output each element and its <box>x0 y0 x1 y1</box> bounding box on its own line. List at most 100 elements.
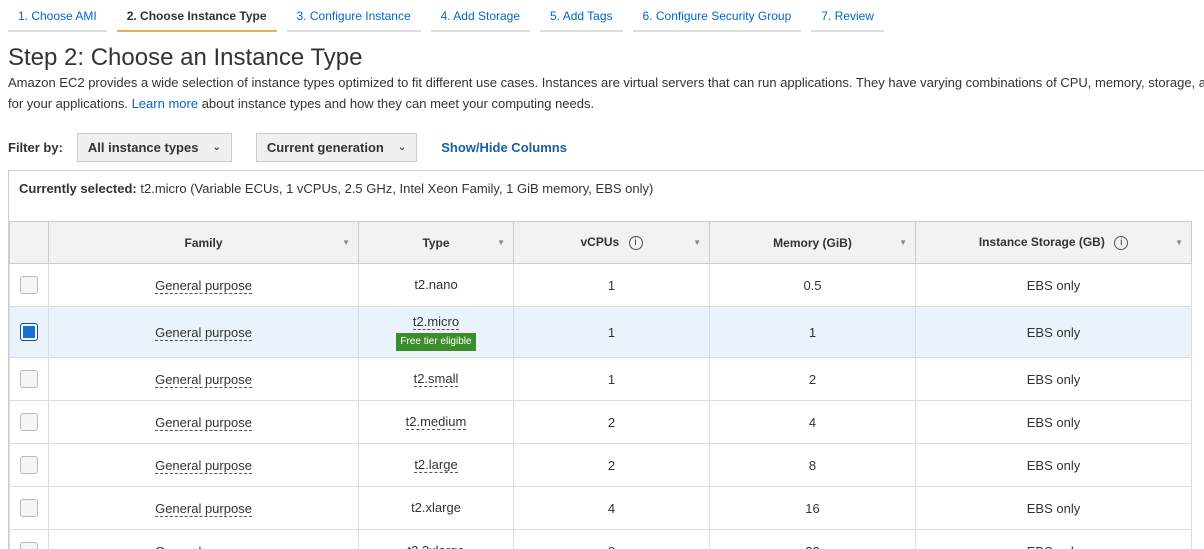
vcpus-cell: 1 <box>513 306 710 358</box>
sort-icon: ▼ <box>497 238 505 247</box>
type-value[interactable]: t2.2xlarge <box>407 543 465 549</box>
vcpus-header-label: vCPUs <box>580 235 620 250</box>
row-select-cell <box>9 400 49 444</box>
row-checkbox[interactable] <box>20 456 38 474</box>
table-row[interactable]: General purpose t2.small 1 2 EBS only <box>9 357 1192 401</box>
family-cell: General purpose <box>48 357 359 401</box>
memory-cell: 1 <box>709 306 916 358</box>
row-select-cell <box>9 529 49 549</box>
family-value[interactable]: General purpose <box>155 457 252 474</box>
step-configure-instance[interactable]: 3. Configure Instance <box>286 0 421 32</box>
storage-column-header[interactable]: Instance Storage (GB) i ▼ <box>915 221 1192 264</box>
show-hide-columns-link[interactable]: Show/Hide Columns <box>441 140 567 155</box>
storage-header-label: Instance Storage (GB) <box>978 235 1105 250</box>
family-header-label: Family <box>184 235 223 250</box>
step-choose-ami[interactable]: 1. Choose AMI <box>8 0 107 32</box>
info-icon[interactable]: i <box>628 235 643 250</box>
storage-cell: EBS only <box>915 263 1192 307</box>
memory-cell: 16 <box>709 486 916 530</box>
family-value[interactable]: General purpose <box>155 414 252 431</box>
step-add-storage[interactable]: 4. Add Storage <box>430 0 531 32</box>
type-cell: t2.micro Free tier eligible <box>358 306 514 358</box>
vcpus-column-header[interactable]: vCPUs i ▼ <box>513 221 710 264</box>
table-row[interactable]: General purpose t2.micro Free tier eligibl… <box>9 306 1192 358</box>
storage-cell: EBS only <box>915 357 1192 401</box>
generation-select[interactable]: Current generation ⌄ <box>255 132 418 162</box>
type-cell: t2.nano <box>358 263 514 307</box>
step-configure-security-group[interactable]: 6. Configure Security Group <box>632 0 802 32</box>
info-icon[interactable]: i <box>1114 235 1129 250</box>
description-text-2: for your applications. <box>8 96 128 111</box>
sort-icon: ▼ <box>899 238 907 247</box>
table-row[interactable]: General purpose t2.medium 2 4 EBS only <box>9 400 1192 444</box>
description-line-2: for your applications. Learn more about … <box>8 93 1204 114</box>
learn-more-link[interactable]: Learn more <box>132 96 198 111</box>
type-cell: t2.medium <box>358 400 514 444</box>
vcpus-cell: 1 <box>513 357 710 401</box>
type-value[interactable]: t2.xlarge <box>411 500 461 515</box>
table-row[interactable]: General purpose t2.large 2 8 EBS only <box>9 443 1192 487</box>
family-cell: General purpose <box>48 400 359 444</box>
instance-types-table: Family ▼ Type ▼ vCPUs i ▼ Memory (GiB) ▼ <box>9 221 1192 549</box>
generation-value: Current generation <box>266 139 384 155</box>
type-value[interactable]: t2.large <box>414 457 458 473</box>
row-checkbox[interactable] <box>20 276 38 294</box>
vcpus-cell: 2 <box>513 443 710 487</box>
step-review[interactable]: 7. Review <box>811 0 884 32</box>
type-value[interactable]: t2.nano <box>414 277 457 292</box>
row-checkbox[interactable] <box>20 413 38 431</box>
memory-header-label: Memory (GiB) <box>773 235 852 250</box>
memory-column-header[interactable]: Memory (GiB) ▼ <box>709 221 916 264</box>
currently-selected-value: t2.micro (Variable ECUs, 1 vCPUs, 2.5 GH… <box>140 181 654 196</box>
storage-cell: EBS only <box>915 443 1192 487</box>
family-value[interactable]: General purpose <box>155 543 252 549</box>
family-value[interactable]: General purpose <box>155 324 252 341</box>
currently-selected: Currently selected: t2.micro (Variable E… <box>19 181 653 196</box>
storage-cell: EBS only <box>915 486 1192 530</box>
step-choose-instance-type[interactable]: 2. Choose Instance Type <box>116 0 277 32</box>
table-row[interactable]: General purpose t2.2xlarge 832EBS only <box>9 529 1192 549</box>
step-add-tags[interactable]: 5. Add Tags <box>540 0 623 32</box>
vcpus-cell: 4 <box>513 486 710 530</box>
row-select-cell <box>9 263 49 307</box>
table-row[interactable]: General purpose t2.xlarge 4 16 EBS only <box>9 486 1192 530</box>
description-line-1: Amazon EC2 provides a wide selection of … <box>8 75 1204 90</box>
row-checkbox[interactable] <box>20 542 38 549</box>
storage-cell: EBS only <box>915 306 1192 358</box>
family-column-header[interactable]: Family ▼ <box>48 221 359 264</box>
memory-cell: 0.5 <box>709 263 916 307</box>
type-value[interactable]: t2.small <box>413 371 459 387</box>
sort-icon: ▼ <box>1175 238 1183 247</box>
memory-cell: 32 <box>709 529 916 549</box>
instance-types-panel: Currently selected: t2.micro (Variable E… <box>8 170 1204 549</box>
instance-types-select[interactable]: All instance types ⌄ <box>76 132 232 162</box>
family-value[interactable]: General purpose <box>155 371 252 388</box>
page-description: Amazon EC2 provides a wide selection of … <box>8 72 1204 114</box>
family-cell: General purpose <box>48 486 359 530</box>
family-cell: General purpose <box>48 263 359 307</box>
type-cell: t2.large <box>358 443 514 487</box>
description-text-3: about instance types and how they can me… <box>201 96 595 111</box>
chevron-down-icon: ⌄ <box>397 141 407 153</box>
type-header-label: Type <box>422 235 450 250</box>
row-checkbox[interactable] <box>20 323 38 341</box>
type-column-header[interactable]: Type ▼ <box>358 221 514 264</box>
currently-selected-label: Currently selected: <box>19 181 137 196</box>
row-checkbox[interactable] <box>20 499 38 517</box>
table-row[interactable]: General purpose t2.nano 1 0.5 EBS only <box>9 263 1192 307</box>
family-cell: General purpose <box>48 529 359 549</box>
type-value[interactable]: t2.medium <box>405 414 467 430</box>
filter-label: Filter by: <box>8 139 63 155</box>
type-cell: t2.2xlarge <box>358 529 514 549</box>
family-value[interactable]: General purpose <box>155 277 252 294</box>
type-cell: t2.xlarge <box>358 486 514 530</box>
vcpus-cell: 8 <box>513 529 710 549</box>
row-select-cell <box>9 357 49 401</box>
family-value[interactable]: General purpose <box>155 500 252 517</box>
row-checkbox[interactable] <box>20 370 38 388</box>
memory-cell: 2 <box>709 357 916 401</box>
free-tier-badge: Free tier eligible <box>396 332 476 351</box>
row-select-cell <box>9 486 49 530</box>
sort-icon: ▼ <box>693 238 701 247</box>
type-value[interactable]: t2.micro <box>412 313 460 330</box>
